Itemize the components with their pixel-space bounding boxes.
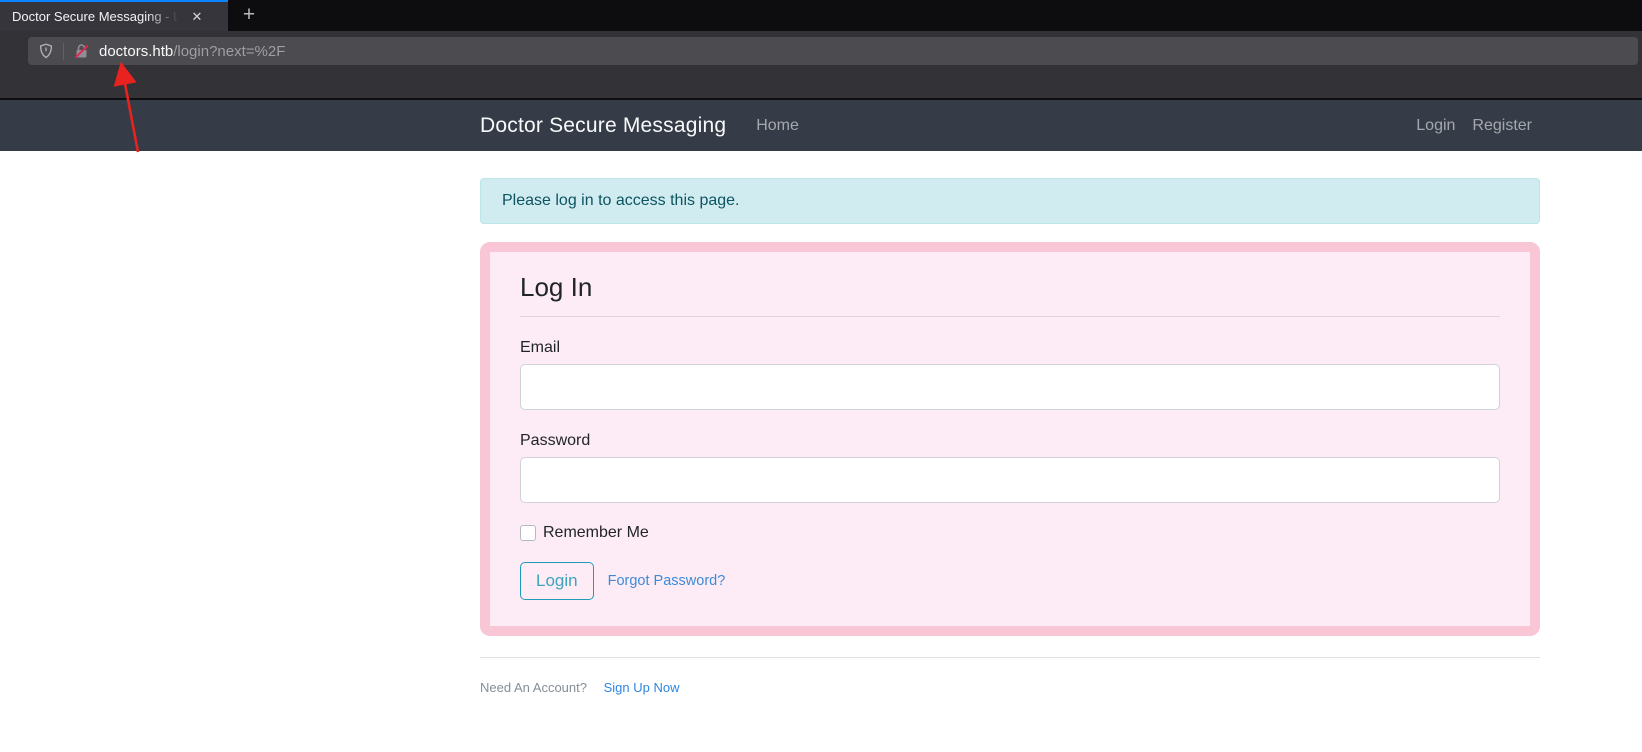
site-navbar: Doctor Secure Messaging Home Login Regis… [0,100,1642,151]
tab-close-icon[interactable]: ✕ [186,6,208,28]
password-label: Password [520,432,1500,450]
remember-me-checkbox[interactable] [520,525,536,541]
url-text: doctors.htb/login?next=%2F [99,43,285,60]
forgot-password-link[interactable]: Forgot Password? [608,573,726,589]
email-field[interactable] [520,364,1500,410]
browser-tab-bar: Doctor Secure Messaging - Log ✕ + [0,0,1642,31]
password-field[interactable] [520,457,1500,503]
login-card: Log In Email Password Remember Me Login … [480,242,1540,636]
browser-toolbar: doctors.htb/login?next=%2F [0,31,1642,100]
url-path: /login?next=%2F [173,43,285,60]
login-title: Log In [520,272,1500,317]
urlbar-divider [63,43,64,60]
need-account-text: Need An Account? [480,680,587,695]
tab-title: Doctor Secure Messaging - Log [12,9,184,24]
nav-link-login[interactable]: Login [1416,117,1455,135]
login-button[interactable]: Login [520,562,594,600]
new-tab-button[interactable]: + [234,0,264,31]
main-container: Please log in to access this page. Log I… [480,178,1540,735]
insecure-lock-icon[interactable] [73,43,90,60]
info-alert: Please log in to access this page. [480,178,1540,224]
site-brand[interactable]: Doctor Secure Messaging [480,114,726,138]
shield-icon[interactable] [38,43,54,59]
nav-link-home[interactable]: Home [756,117,799,135]
email-label: Email [520,339,1500,357]
url-host: doctors.htb [99,43,173,60]
nav-link-register[interactable]: Register [1472,117,1532,135]
browser-tab[interactable]: Doctor Secure Messaging - Log ✕ [0,0,228,31]
remember-me-label: Remember Me [543,524,649,542]
url-bar[interactable]: doctors.htb/login?next=%2F [28,37,1638,65]
sign-up-link[interactable]: Sign Up Now [604,680,680,695]
page-footer: Need An Account? Sign Up Now [480,657,1540,735]
